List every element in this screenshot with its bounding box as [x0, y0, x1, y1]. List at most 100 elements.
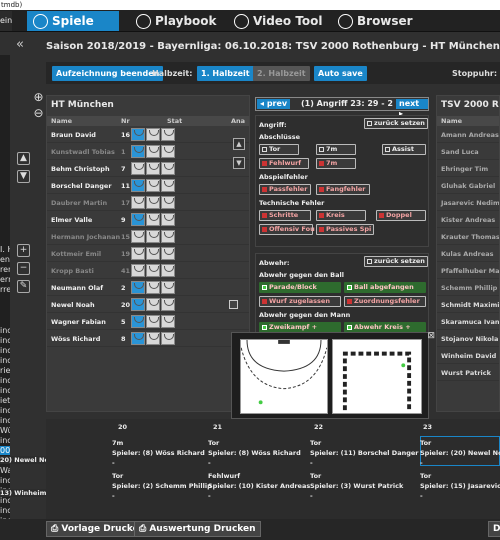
goal-stat-icon[interactable] — [161, 264, 175, 277]
autosave-button[interactable]: Auto save — [314, 66, 367, 81]
down-arrow-button[interactable]: ▼ — [17, 170, 30, 183]
home-player-row[interactable]: Borschel Danger 11 — [47, 178, 249, 194]
seven-meter-button[interactable]: 7m — [316, 144, 356, 155]
away-player-row[interactable]: Stojanov Nikola — [437, 331, 499, 347]
goal-stat-icon[interactable] — [146, 162, 160, 175]
goal-stat-icon[interactable] — [146, 213, 160, 226]
goal-stat-icon[interactable] — [131, 298, 145, 311]
kreis-button[interactable]: Kreis — [316, 210, 366, 221]
goal-stat-icon[interactable] — [161, 247, 175, 260]
second-half-button[interactable]: 2. Halbzeit — [253, 66, 310, 81]
goal-area-diagram[interactable] — [240, 339, 328, 414]
left-strip-item[interactable]: rre — [0, 285, 10, 294]
left-strip-item[interactable]: Wü — [0, 426, 10, 435]
goal-stat-icon[interactable] — [131, 196, 145, 209]
away-player-row[interactable]: Skaramuca Ivan — [437, 314, 499, 330]
goal-stat-icon[interactable] — [131, 315, 145, 328]
left-strip-item[interactable]: 000 — [0, 446, 10, 455]
left-strip-item[interactable]: ren — [0, 265, 10, 274]
goal-stat-icon[interactable] — [131, 179, 145, 192]
goal-stat-icon[interactable] — [131, 128, 145, 141]
home-player-row[interactable]: Hermann Jochanan 15 — [47, 229, 249, 245]
goal-zone-diagram[interactable] — [332, 339, 422, 414]
home-player-row[interactable]: Daubrer Martin 17 — [47, 195, 249, 211]
goal-stat-icon[interactable] — [161, 332, 175, 345]
print-evaluation-button[interactable]: ⎙ Auswertung Drucken — [134, 521, 261, 537]
left-strip-item[interactable]: ern — [0, 275, 10, 284]
goal-stat-icon[interactable] — [146, 247, 160, 260]
goal-stat-icon[interactable] — [131, 230, 145, 243]
away-player-row[interactable]: Gluhak Gabriel — [437, 178, 499, 194]
home-player-row[interactable]: Wöss Richard 8 — [47, 331, 249, 347]
home-player-row[interactable]: Behm Christoph 7 — [47, 161, 249, 177]
up-arrow-icon[interactable]: ▲ — [233, 138, 245, 150]
goal-stat-icon[interactable] — [161, 145, 175, 158]
left-strip-item[interactable]: inc — [0, 346, 10, 355]
goal-stat-icon[interactable] — [161, 162, 175, 175]
left-strip-item[interactable]: rie — [0, 366, 10, 375]
left-strip-item[interactable]: inc — [0, 506, 10, 515]
goal-stat-icon[interactable] — [131, 332, 145, 345]
fehlwurf-button[interactable]: Fehlwurf — [259, 158, 309, 169]
left-strip-item[interactable]: iet — [0, 396, 10, 405]
away-player-row[interactable]: Kulas Andreas — [437, 246, 499, 262]
goal-stat-icon[interactable] — [161, 128, 175, 141]
away-player-row[interactable]: Schemm Phillip — [437, 280, 499, 296]
parade-block-button[interactable]: Parade/Block — [259, 282, 341, 293]
offensiv-foul-button[interactable]: Offensiv Fou — [259, 224, 315, 235]
away-player-row[interactable]: Amann Andreas — [437, 127, 499, 143]
tor-button[interactable]: Tor — [259, 144, 299, 155]
close-icon[interactable]: ⊠ — [427, 331, 435, 341]
goal-stat-icon[interactable] — [146, 196, 160, 209]
left-strip-item[interactable]: inc — [0, 336, 10, 345]
left-strip-item[interactable]: inc — [0, 356, 10, 365]
defense-reset-button[interactable]: zurück setzen — [364, 256, 428, 267]
away-player-row[interactable]: Krauter Thomas — [437, 229, 499, 245]
left-strip-item[interactable]: inc — [0, 436, 10, 445]
passives-spiel-button[interactable]: Passives Spi — [316, 224, 374, 235]
remove-button[interactable]: − — [17, 262, 30, 275]
away-player-row[interactable]: Jasarevic Nedim — [437, 195, 499, 211]
goal-stat-icon[interactable] — [131, 162, 145, 175]
goal-stat-icon[interactable] — [131, 281, 145, 294]
away-player-row[interactable]: Kister Andreas — [437, 212, 499, 228]
schritte-button[interactable]: Schritte — [259, 210, 311, 221]
away-player-row[interactable]: Pfaffelhuber Max — [437, 263, 499, 279]
goal-stat-icon[interactable] — [161, 213, 175, 226]
left-tab[interactable]: ein — [0, 11, 12, 31]
right-footer-button[interactable]: D — [488, 521, 500, 537]
doppel-button[interactable]: Doppel — [376, 210, 426, 221]
home-player-row[interactable]: Kunstwadl Tobias 1 — [47, 144, 249, 160]
seven-meter-miss-button[interactable]: 7m — [316, 158, 356, 169]
left-strip-item[interactable]: inc — [0, 376, 10, 385]
away-player-row[interactable]: Sand Luca — [437, 144, 499, 160]
away-player-row[interactable]: Wurst Patrick — [437, 365, 499, 381]
tab-playbook[interactable]: Playbook — [130, 11, 222, 31]
up-arrow-button[interactable]: ▲ — [17, 152, 30, 165]
goal-stat-icon[interactable] — [146, 298, 160, 311]
tab-browser[interactable]: Browser — [332, 11, 432, 31]
goal-stat-icon[interactable] — [131, 247, 145, 260]
first-half-button[interactable]: 1. Halbzeit — [197, 66, 254, 81]
zoom-in-icon[interactable]: ⊕ — [32, 91, 45, 105]
home-player-row[interactable]: Kropp Basti 41 — [47, 263, 249, 279]
assist-button[interactable]: Assist — [382, 144, 426, 155]
home-player-row[interactable]: Braun David 16 — [47, 127, 249, 143]
left-strip-item[interactable]: inc — [0, 476, 10, 485]
left-strip-item[interactable]: inc — [0, 416, 10, 425]
home-player-row[interactable]: Elmer Valle 9 — [47, 212, 249, 228]
home-player-row[interactable]: Newel Noah 20 — [47, 297, 249, 313]
left-strip-item[interactable]: inc — [0, 326, 10, 335]
goal-stat-icon[interactable] — [146, 179, 160, 192]
attack-reset-button[interactable]: zurück setzen — [364, 118, 428, 129]
goal-stat-icon[interactable] — [146, 145, 160, 158]
down-arrow-icon[interactable]: ▼ — [233, 157, 245, 169]
goal-stat-icon[interactable] — [131, 213, 145, 226]
goal-stat-icon[interactable] — [146, 332, 160, 345]
goal-stat-icon[interactable] — [131, 264, 145, 277]
tab-video-tool[interactable]: Video Tool — [228, 11, 328, 31]
zoom-out-icon[interactable]: ⊖ — [32, 107, 45, 121]
fangfehler-button[interactable]: Fangfehler — [316, 184, 370, 195]
passfehler-button[interactable]: Passfehler — [259, 184, 311, 195]
goal-stat-icon[interactable] — [146, 281, 160, 294]
